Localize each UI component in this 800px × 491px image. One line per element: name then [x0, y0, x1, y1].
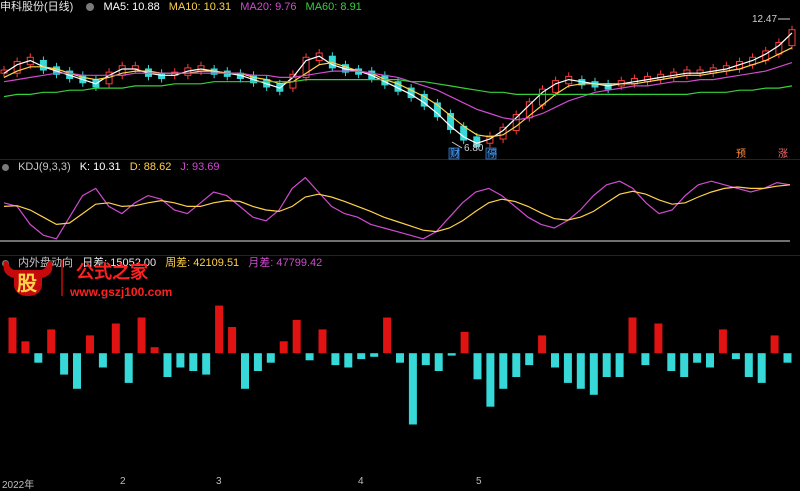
flow-bar: [473, 353, 482, 380]
flow-bar: [202, 353, 211, 375]
flow-bar: [486, 353, 495, 407]
kdj-settings-dot-icon[interactable]: [2, 163, 9, 171]
flow-bar: [370, 353, 379, 357]
kdj-k-label: K: 10.31: [79, 161, 121, 173]
event-label-forecast[interactable]: 预: [736, 148, 746, 160]
flow-month-label: 月差: 47799.42: [248, 257, 323, 269]
kdj-header: KDJ(9,3,3) K: 10.31 D: 88.62 J: 93.69: [0, 160, 226, 174]
flow-bar: [305, 353, 314, 361]
flow-bar: [551, 353, 559, 368]
flow-bar: [176, 353, 185, 368]
axis-label-mar: 3: [216, 476, 222, 487]
event-label-finance[interactable]: 财: [450, 147, 460, 160]
flow-bar: [241, 353, 249, 389]
flow-bar: [21, 341, 30, 354]
kdj-d-line: [3, 184, 791, 233]
flow-bar: [266, 353, 275, 363]
flow-bar: [718, 329, 727, 354]
flow-bar: [60, 353, 69, 375]
flow-bar: [731, 353, 740, 360]
axis-label-may: 5: [476, 476, 482, 487]
flow-bar: [383, 317, 392, 354]
flow-bar: [34, 353, 43, 363]
kdj-k-line: [3, 176, 791, 240]
flow-bar: [215, 305, 224, 354]
flow-bar: [421, 353, 430, 366]
kdj-j-label: J: 93.69: [180, 161, 220, 173]
flow-bar: [228, 327, 237, 354]
kdj-chart: [0, 176, 800, 256]
kdj-title: KDJ(9,3,3): [18, 161, 71, 173]
flow-bar: [538, 335, 547, 354]
flow-bar: [499, 353, 508, 389]
flow-bar: [770, 335, 779, 354]
flow-bar: [253, 353, 262, 371]
candle[interactable]: [552, 80, 560, 93]
flow-bar: [512, 353, 521, 377]
flow-bar: [344, 353, 353, 368]
flow-pane[interactable]: 内外盘动向 日差: 15052.00 周差: 42109.51 月差: 4779…: [0, 256, 800, 476]
flow-bar: [150, 347, 159, 354]
flow-bar: [460, 331, 469, 354]
flow-bar: [783, 353, 792, 363]
flow-bar: [163, 353, 172, 377]
flow-bar: [680, 353, 689, 377]
event-label-halt[interactable]: 停: [487, 147, 497, 160]
event-label-rise[interactable]: 涨: [778, 148, 788, 160]
flow-bar: [628, 317, 637, 354]
flow-bar: [396, 353, 404, 363]
axis-label-year: 2022年: [2, 480, 35, 491]
flow-bar: [615, 353, 624, 377]
flow-bar: [576, 353, 585, 389]
flow-bar: [189, 353, 198, 371]
flow-bar: [602, 353, 611, 377]
watermark-logo: 股 公式之家 www.gszj100.com: [3, 260, 172, 299]
flow-bar: [331, 353, 340, 366]
flow-bar: [47, 329, 56, 354]
candle[interactable]: [788, 29, 796, 47]
flow-bar: [667, 353, 676, 371]
kdj-pane[interactable]: KDJ(9,3,3) K: 10.31 D: 88.62 J: 93.69: [0, 160, 800, 256]
flow-bar: [757, 353, 766, 383]
flow-bar: [447, 353, 456, 356]
flow-bar: [408, 353, 417, 425]
flow-bar: [434, 353, 443, 371]
price-pane[interactable]: 申科股份(日线) MA5: 10.88 MA10: 10.31 MA20: 9.…: [0, 0, 800, 160]
flow-bar: [357, 353, 366, 360]
flow-bar: [318, 329, 327, 354]
low-price-label: 6.80: [464, 143, 484, 154]
flow-bar: [73, 353, 81, 389]
flow-bar: [525, 353, 534, 366]
flow-bar: [693, 353, 702, 363]
high-price-label: 12.47: [752, 14, 777, 25]
date-axis: 2022年 2 3 4 5: [0, 476, 800, 491]
flow-bar: [706, 353, 714, 368]
price-chart: 12.47 6.80 财 停 预 涨: [0, 14, 800, 160]
flow-bar: [654, 323, 663, 354]
flow-bar: [111, 323, 120, 354]
flow-bar: [563, 353, 572, 383]
kdj-d-label: D: 88.62: [129, 161, 172, 173]
watermark-url: www.gszj100.com: [69, 285, 172, 299]
flow-bar: [137, 317, 146, 354]
axis-label-apr: 4: [358, 476, 364, 487]
axis-label-feb: 2: [120, 476, 126, 487]
watermark-text: 公式之家: [76, 261, 149, 283]
flow-bar: [589, 353, 598, 395]
flow-bar: [98, 353, 107, 368]
flow-bar: [86, 335, 94, 354]
flow-bar: [124, 353, 133, 383]
flow-bar: [641, 353, 650, 366]
flow-bar: [8, 317, 17, 354]
watermark-logo-char: 股: [17, 271, 37, 295]
flow-bar: [279, 341, 288, 354]
flow-bar: [744, 353, 753, 377]
flow-bar: [292, 319, 301, 354]
